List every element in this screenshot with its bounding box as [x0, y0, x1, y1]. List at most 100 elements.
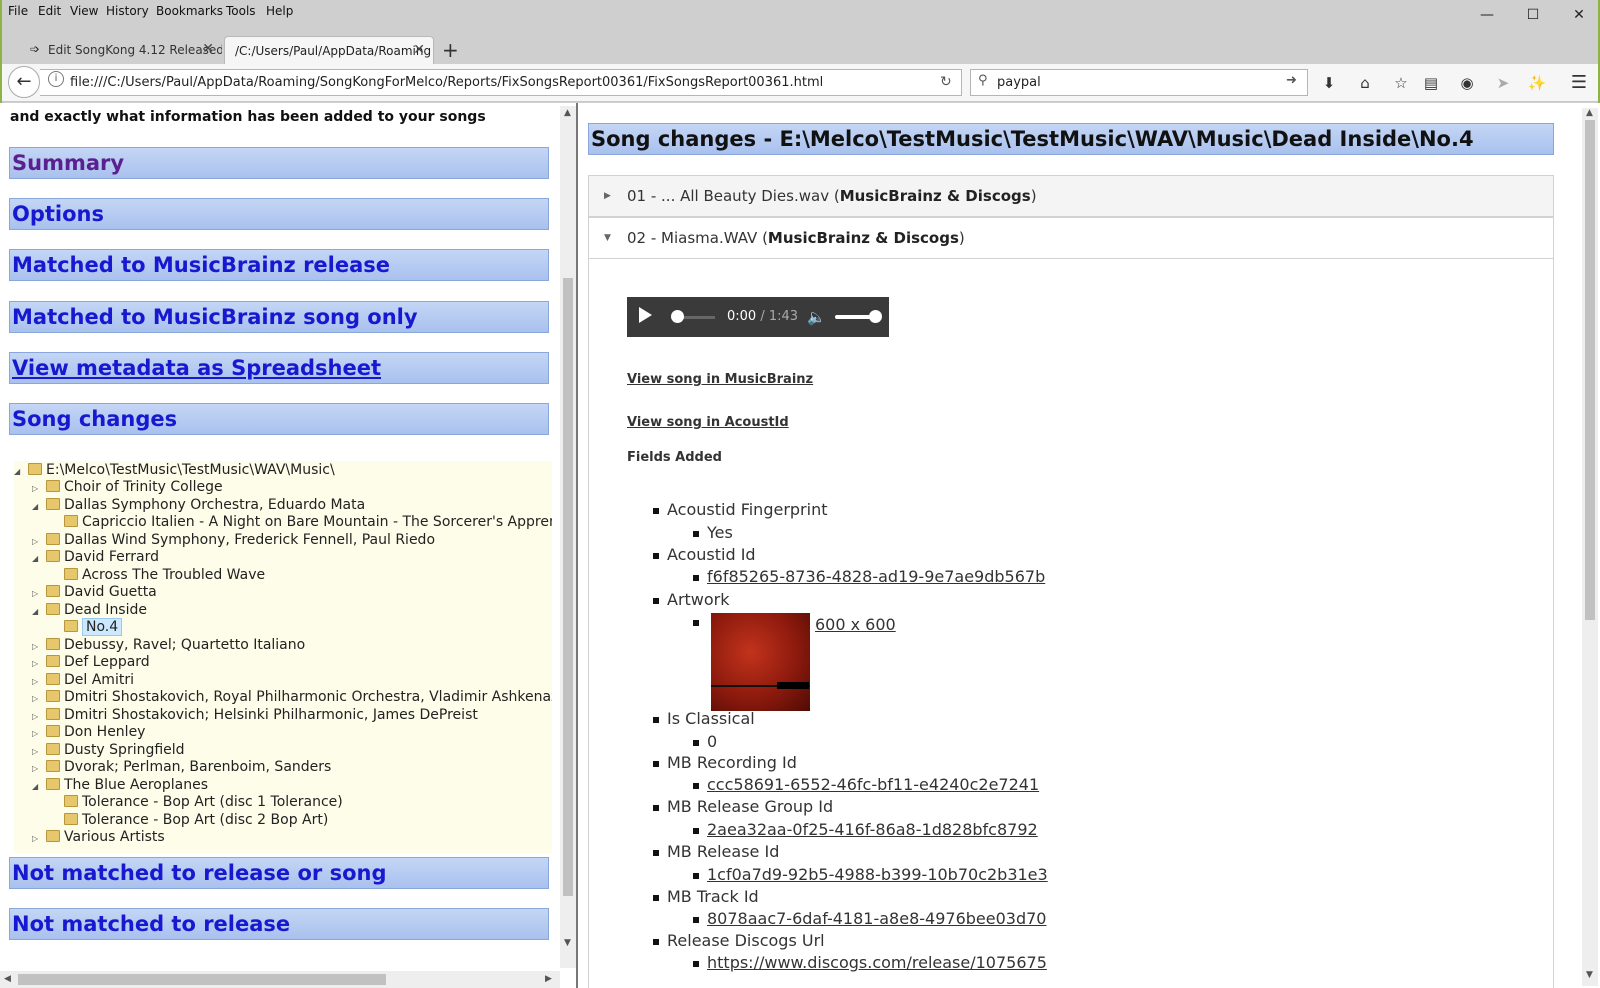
maximize-icon[interactable]: ☐ — [1518, 4, 1548, 26]
release-group-id-link[interactable]: 2aea32aa-0f25-416f-86a8-1d828bfc8792 — [693, 820, 1038, 839]
url-bar[interactable]: file:///C:/Users/Paul/AppData/Roaming/So… — [40, 69, 962, 96]
tree-item-folder[interactable]: ◢ The Blue Aeroplanes — [32, 776, 208, 794]
tree-item-folder[interactable]: ◢ Dallas Symphony Orchestra, Eduardo Mata — [32, 496, 365, 514]
scroll-thumb[interactable] — [18, 974, 386, 985]
minimize-icon[interactable]: — — [1472, 4, 1502, 26]
tree-item-folder[interactable]: ▷ David Guetta — [32, 583, 157, 601]
volume-knob[interactable] — [869, 310, 882, 323]
tree-item-folder[interactable]: ▷ Def Leppard — [32, 653, 150, 671]
section-summary[interactable]: Summary — [9, 147, 549, 179]
scroll-thumb[interactable] — [563, 278, 573, 896]
tree-item-folder[interactable]: ▷ Dmitri Shostakovich, Royal Philharmonic… — [32, 688, 552, 706]
musicbrainz-link[interactable]: View song in MusicBrainz — [627, 372, 813, 387]
tree-item-folder[interactable]: ▷ Dusty Springfield — [32, 741, 185, 759]
acoustid-value-link[interactable]: f6f85265-8736-4828-ad19-9e7ae9db567b — [692, 567, 1045, 586]
album-artwork-image[interactable] — [711, 613, 810, 711]
tree-item-folder[interactable]: Capriccio Italien - A Night on Bare Moun… — [50, 513, 552, 531]
close-tab-icon[interactable]: ✕ — [202, 41, 214, 57]
section-not-matched-release[interactable]: Not matched to release — [9, 908, 549, 940]
hamburger-menu-icon[interactable]: ☰ — [1564, 68, 1594, 98]
menu-edit[interactable]: Edit — [38, 4, 61, 18]
expanded-icon[interactable]: ◢ — [32, 550, 40, 568]
info-icon[interactable]: i — [48, 71, 64, 87]
scroll-thumb[interactable] — [1585, 120, 1595, 620]
search-go-icon[interactable]: ➜ — [1286, 73, 1297, 88]
home-icon[interactable]: ⌂ — [1350, 68, 1380, 98]
tree-item-folder[interactable]: Tolerance - Bop Art (disc 1 Tolerance) — [50, 793, 343, 811]
menu-history[interactable]: History — [106, 4, 149, 18]
recording-id-link[interactable]: ccc58691-6552-46fc-bf11-e4240c2e7241 — [692, 775, 1039, 794]
discogs-url-link[interactable]: https://www.discogs.com/release/1075675 — [693, 953, 1047, 972]
pocket-icon[interactable]: ◉ — [1452, 68, 1482, 98]
menu-file[interactable]: File — [8, 4, 28, 18]
tree-item-folder[interactable]: ▷ Don Henley — [32, 723, 145, 741]
acoustid-link[interactable]: View song in AcoustId — [627, 415, 789, 430]
back-icon[interactable]: ← — [8, 66, 40, 98]
navigation-bar: ← file:///C:/Users/Paul/AppData/Roaming/… — [2, 64, 1598, 102]
tree-item-folder[interactable]: Tolerance - Bop Art (disc 2 Bop Art) — [50, 811, 328, 829]
artwork-size-link[interactable]: 600 x 600 — [815, 615, 896, 634]
release-id-link[interactable]: 1cf0a7d9-92b5-4988-b399-10b70c2b31e3 — [693, 865, 1048, 884]
menu-tools[interactable]: Tools — [226, 4, 256, 18]
tree-item-selected[interactable]: No.4 — [50, 618, 123, 636]
download-icon[interactable]: ⬇ — [1314, 68, 1344, 98]
send-icon[interactable]: ➤ — [1488, 68, 1518, 98]
close-tab-icon[interactable]: ✕ — [413, 42, 425, 58]
tab-songkong[interactable]: ➩ Edit SongKong 4.12 Released ✕ — [26, 36, 222, 64]
menu-view[interactable]: View — [70, 4, 98, 18]
left-vertical-scrollbar[interactable]: ▲ ▼ — [560, 106, 576, 968]
tab-report[interactable]: /C:/Users/Paul/AppData/Roaming ✕ — [224, 36, 434, 64]
section-song-changes[interactable]: Song changes — [9, 403, 549, 435]
right-vertical-scrollbar[interactable]: ▲ ▼ — [1582, 108, 1598, 986]
tree-item-folder[interactable]: ◢ David Ferrard — [32, 548, 159, 566]
tree-item-folder[interactable]: ▷ Dmitri Shostakovich; Helsinki Philharmo… — [32, 706, 478, 724]
field-name: MB Recording Id — [653, 753, 797, 772]
seek-knob[interactable] — [671, 310, 684, 323]
section-matched-release[interactable]: Matched to MusicBrainz release — [9, 249, 549, 281]
section-matched-song[interactable]: Matched to MusicBrainz song only — [9, 301, 549, 333]
tree-item-folder[interactable]: ▷ Various Artists — [32, 828, 165, 846]
tree-item-folder[interactable]: ▷ Del Amitri — [32, 671, 134, 689]
expanded-icon[interactable]: ◢ — [32, 498, 40, 516]
scroll-down-icon[interactable]: ▼ — [1586, 970, 1593, 980]
library-icon[interactable]: ▤ — [1416, 68, 1446, 98]
menu-bookmarks[interactable]: Bookmarks — [156, 4, 223, 18]
collapsed-arrow-icon: ▶ — [604, 191, 611, 201]
track-id-link[interactable]: 8078aac7-6daf-4181-a8e8-4976bee03d70 — [692, 909, 1046, 928]
search-input[interactable]: paypal — [970, 69, 1308, 96]
section-options[interactable]: Options — [9, 198, 549, 230]
folder-tree: ◢ E:\Melco\TestMusic\TestMusic\WAV\Music\… — [14, 461, 552, 853]
song-accordion-collapsed[interactable]: ▶ 01 - ... All Beauty Dies.wav (MusicBra… — [588, 175, 1554, 217]
tree-root[interactable]: ◢ E:\Melco\TestMusic\TestMusic\WAV\Music\ — [14, 461, 335, 479]
expanded-icon[interactable]: ◢ — [32, 603, 40, 621]
tree-item-folder[interactable]: Across The Troubled Wave — [50, 566, 265, 584]
tree-item-folder[interactable]: ▷ Dvorak; Perlman, Barenboim, Sanders — [32, 758, 331, 776]
tree-item-folder[interactable]: ▷ Choir of Trinity College — [32, 478, 223, 496]
section-not-matched-release-or-song[interactable]: Not matched to release or song — [9, 857, 549, 889]
menu-help[interactable]: Help — [266, 4, 293, 18]
new-tab-icon[interactable]: + — [442, 38, 459, 62]
folder-icon — [28, 463, 42, 475]
tree-item-folder[interactable]: ▷ Dallas Wind Symphony, Frederick Fennell… — [32, 531, 435, 549]
volume-icon[interactable]: 🔈 — [807, 308, 826, 326]
folder-icon — [64, 813, 78, 825]
folder-icon — [46, 655, 60, 667]
play-icon[interactable] — [639, 307, 652, 323]
left-horizontal-scrollbar[interactable]: ◀ ▶ — [0, 971, 560, 988]
extension-icon[interactable]: ✨ — [1522, 68, 1552, 98]
song-accordion-expanded[interactable]: ▼ 02 - Miasma.WAV (MusicBrainz & Discogs… — [588, 217, 1554, 259]
expanded-icon[interactable]: ◢ — [32, 778, 40, 796]
scroll-up-icon[interactable]: ▲ — [1586, 108, 1593, 118]
scroll-right-icon[interactable]: ▶ — [545, 974, 552, 984]
scroll-up-icon[interactable]: ▲ — [564, 108, 571, 118]
section-spreadsheet-link[interactable]: View metadata as Spreadsheet — [9, 352, 549, 384]
scroll-left-icon[interactable]: ◀ — [4, 974, 11, 984]
collapsed-icon[interactable]: ▷ — [32, 830, 40, 848]
scroll-down-icon[interactable]: ▼ — [564, 938, 571, 948]
tree-item-folder[interactable]: ◢ Dead Inside — [32, 601, 147, 619]
tree-item-folder[interactable]: ▷ Debussy, Ravel; Quartetto Italiano — [32, 636, 305, 654]
reload-icon[interactable]: ↻ — [940, 74, 952, 90]
close-window-icon[interactable]: ✕ — [1564, 4, 1594, 26]
expanded-icon[interactable]: ◢ — [14, 463, 22, 481]
bookmark-star-icon[interactable]: ☆ — [1386, 68, 1416, 98]
